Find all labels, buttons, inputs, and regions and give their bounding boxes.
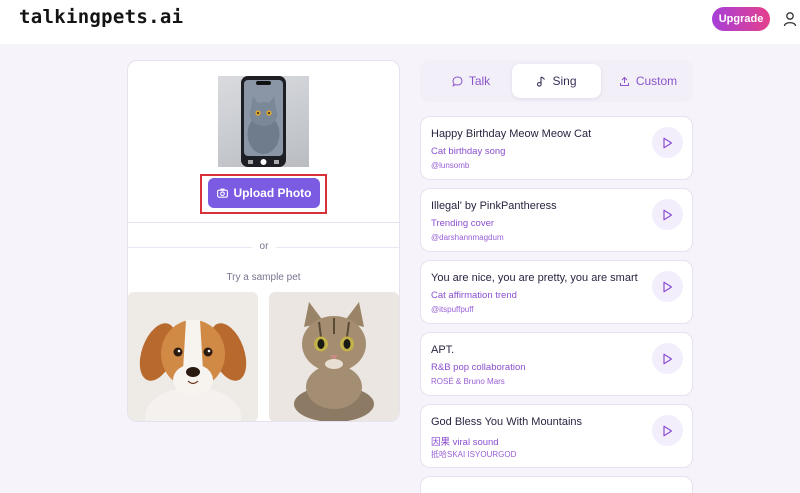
song-title: Illegal' by PinkPantheress: [431, 200, 557, 212]
song-title: You are nice, you are pretty, you are sm…: [431, 272, 638, 284]
play-button[interactable]: [652, 415, 683, 446]
song-card-partial[interactable]: [420, 476, 693, 493]
sample-pet-cat[interactable]: [269, 292, 399, 421]
play-button[interactable]: [652, 271, 683, 302]
song-card[interactable]: Happy Birthday Meow Meow Cat Cat birthda…: [420, 116, 693, 180]
play-button[interactable]: [652, 199, 683, 230]
tab-sing[interactable]: Sing: [512, 64, 601, 98]
top-header: talkingpets.ai Upgrade: [0, 0, 800, 44]
sample-pet-label: Try a sample pet: [226, 272, 301, 283]
or-label: or: [252, 241, 276, 252]
brand-logo[interactable]: talkingpets.ai: [19, 6, 183, 28]
sample-pet-dog[interactable]: [128, 292, 258, 421]
play-icon: [663, 425, 673, 436]
song-card[interactable]: Illegal' by PinkPantheress Trending cove…: [420, 188, 693, 252]
kitten-image: [294, 302, 374, 421]
tab-talk[interactable]: Talk: [432, 64, 510, 98]
play-icon: [663, 353, 673, 364]
song-title: Happy Birthday Meow Meow Cat: [431, 128, 592, 140]
music-note-icon: [537, 75, 546, 87]
song-subtitle: 因果 viral sound: [431, 437, 499, 448]
song-subtitle: R&B pop collaboration: [431, 362, 526, 373]
song-author: @darshannmagdum: [431, 233, 504, 242]
camera-icon: [216, 188, 228, 198]
upload-card: Upload Photo or Try a sample pet: [127, 60, 400, 422]
song-card[interactable]: APT. R&B pop collaboration ROSÉ & Bruno …: [420, 332, 693, 396]
tab-talk-label: Talk: [468, 74, 491, 88]
song-author: 抵哈SKAI ISYOURGOD: [431, 450, 517, 459]
upload-photo-button[interactable]: Upload Photo: [208, 178, 320, 208]
upgrade-button[interactable]: Upgrade: [712, 7, 770, 31]
uploaded-photo-preview: [218, 76, 309, 167]
song-title: APT.: [431, 344, 455, 356]
song-subtitle: Cat birthday song: [431, 146, 506, 157]
song-title: God Bless You With Mountains: [431, 416, 583, 428]
song-card[interactable]: You are nice, you are pretty, you are sm…: [420, 260, 693, 324]
song-subtitle: Cat affirmation trend: [431, 290, 517, 301]
mode-tabs: Talk Sing Custom: [420, 60, 693, 102]
upload-photo-label: Upload Photo: [233, 186, 312, 200]
phone-cat-image: [241, 76, 286, 167]
song-card[interactable]: God Bless You With Mountains 因果 viral so…: [420, 404, 693, 468]
play-icon: [663, 209, 673, 220]
play-button[interactable]: [652, 127, 683, 158]
upload-area: Upload Photo: [128, 61, 399, 223]
play-icon: [663, 281, 673, 292]
tab-custom[interactable]: Custom: [607, 64, 689, 98]
tab-custom-label: Custom: [635, 74, 678, 88]
upload-icon: [619, 76, 629, 86]
tab-sing-label: Sing: [552, 74, 577, 88]
song-author: ROSÉ & Bruno Mars: [431, 377, 505, 386]
song-subtitle: Trending cover: [431, 218, 495, 229]
song-author: @lunsomb: [431, 161, 470, 170]
user-profile-icon[interactable]: [783, 11, 797, 27]
play-icon: [663, 137, 673, 148]
puppy-image: [139, 320, 247, 421]
speech-bubble-icon: [452, 75, 463, 87]
song-author: @itspuffpuff: [431, 305, 474, 314]
play-button[interactable]: [652, 343, 683, 374]
